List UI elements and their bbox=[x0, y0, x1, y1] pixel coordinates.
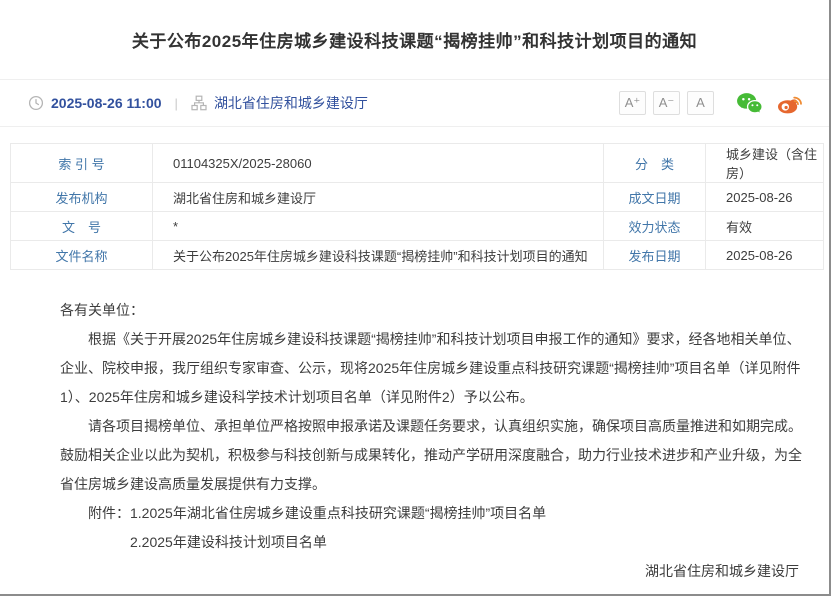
validity-label: 效力状态 bbox=[604, 212, 706, 241]
publish-date-label: 发布日期 bbox=[604, 241, 706, 270]
sitemap-icon bbox=[191, 95, 207, 111]
validity-value: 有效 bbox=[706, 212, 824, 241]
publish-date-value: 2025-08-26 bbox=[706, 241, 824, 270]
written-date-label: 成文日期 bbox=[604, 183, 706, 212]
document-header: 关于公布2025年住房城乡建设科技课题“揭榜挂帅”和科技计划项目的通知 bbox=[0, 0, 829, 80]
font-reset-button[interactable]: A bbox=[687, 91, 714, 115]
clock-icon bbox=[28, 95, 44, 111]
source-link[interactable]: 湖北省住房和城乡建设厅 bbox=[214, 93, 368, 113]
meta-info: 2025-08-26 11:00 | 湖北省住房和城乡建设厅 bbox=[28, 93, 368, 113]
written-date-value: 2025-08-26 bbox=[706, 183, 824, 212]
meta-separator: | bbox=[175, 96, 178, 111]
paragraph-2: 请各项目揭榜单位、承担单位严格按照申报承诺及课题任务要求，认真组织实施，确保项目… bbox=[60, 412, 813, 499]
wechat-share-icon[interactable] bbox=[736, 92, 763, 115]
page-title: 关于公布2025年住房城乡建设科技课题“揭榜挂帅”和科技计划项目的通知 bbox=[132, 27, 697, 52]
category-label: 分 类 bbox=[604, 144, 706, 183]
doc-number-label: 文 号 bbox=[11, 212, 153, 241]
doc-number-value: * bbox=[153, 212, 604, 241]
table-row: 发布机构 湖北省住房和城乡建设厅 成文日期 2025-08-26 bbox=[11, 183, 824, 212]
index-number-label: 索 引 号 bbox=[11, 144, 153, 183]
weibo-share-icon[interactable] bbox=[777, 92, 803, 114]
signer: 湖北省住房和城乡建设厅 bbox=[60, 557, 813, 586]
issuing-agency-value: 湖北省住房和城乡建设厅 bbox=[153, 183, 604, 212]
attachment-line-1: 附件：1.2025年湖北省住房城乡建设重点科技研究课题“揭榜挂帅”项目名单 bbox=[60, 499, 813, 528]
article-body: 各有关单位： 根据《关于开展2025年住房城乡建设科技课题“揭榜挂帅”和科技计划… bbox=[0, 270, 829, 596]
meta-bar: 2025-08-26 11:00 | 湖北省住房和城乡建设厅 A⁺ A⁻ A bbox=[0, 80, 829, 127]
attachment-line-2: 2.2025年建设科技计划项目名单 bbox=[60, 528, 813, 557]
file-title-value: 关于公布2025年住房城乡建设科技课题“揭榜挂帅”和科技计划项目的通知 bbox=[153, 241, 604, 270]
salutation: 各有关单位： bbox=[60, 296, 813, 325]
issuing-agency-label: 发布机构 bbox=[11, 183, 153, 212]
publish-datetime: 2025-08-26 11:00 bbox=[51, 95, 162, 111]
font-smaller-button[interactable]: A⁻ bbox=[653, 91, 680, 115]
table-row: 索 引 号 01104325X/2025-28060 分 类 城乡建设（含住房） bbox=[11, 144, 824, 183]
document-page: 关于公布2025年住房城乡建设科技课题“揭榜挂帅”和科技计划项目的通知 2025… bbox=[0, 0, 831, 596]
document-info-table: 索 引 号 01104325X/2025-28060 分 类 城乡建设（含住房）… bbox=[10, 143, 824, 270]
paragraph-1: 根据《关于开展2025年住房城乡建设科技课题“揭榜挂帅”和科技计划项目申报工作的… bbox=[60, 325, 813, 412]
file-title-label: 文件名称 bbox=[11, 241, 153, 270]
index-number-value: 01104325X/2025-28060 bbox=[153, 144, 604, 183]
font-larger-button[interactable]: A⁺ bbox=[619, 91, 646, 115]
category-value: 城乡建设（含住房） bbox=[706, 144, 824, 183]
table-row: 文件名称 关于公布2025年住房城乡建设科技课题“揭榜挂帅”和科技计划项目的通知… bbox=[11, 241, 824, 270]
table-row: 文 号 * 效力状态 有效 bbox=[11, 212, 824, 241]
meta-tools: A⁺ A⁻ A bbox=[612, 91, 803, 115]
